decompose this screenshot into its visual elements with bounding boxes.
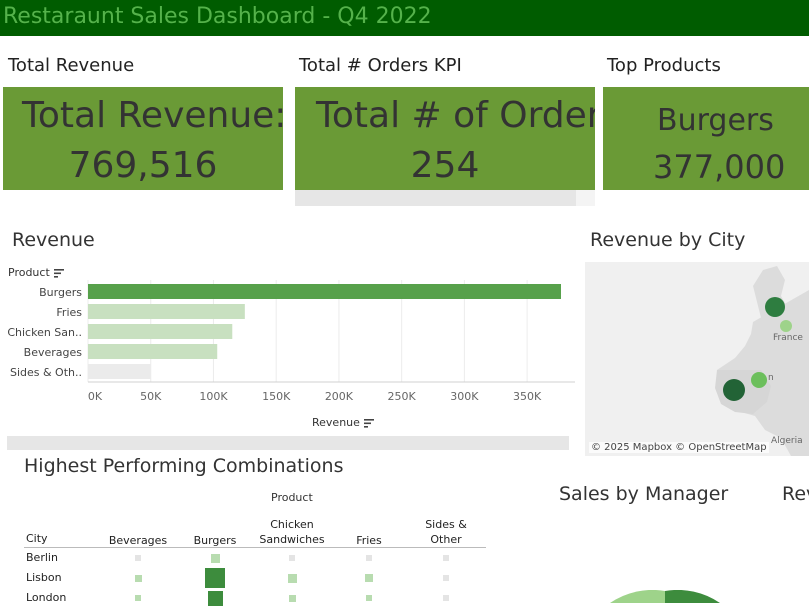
pie-slice [610, 590, 665, 603]
column-header[interactable]: Sides & Other [401, 517, 491, 547]
revenue-chart-title: Revenue [12, 229, 95, 251]
row-header: City [26, 532, 48, 545]
bar[interactable] [88, 324, 233, 339]
combinations-title: Highest Performing Combinations [24, 455, 344, 477]
category-label[interactable]: Fries [56, 306, 82, 319]
category-label[interactable]: Beverages [24, 346, 83, 359]
sort-icon[interactable] [53, 268, 64, 278]
kpi-card-orders[interactable]: Total # of Orders 254 [295, 87, 595, 190]
kpi-heading: Total # of Orders [316, 95, 595, 136]
manager-pie-chart [610, 590, 720, 603]
heatmap-cell[interactable] [288, 594, 296, 602]
heatmap-cell[interactable] [443, 575, 449, 581]
map-label-algeria: Algeria [771, 436, 803, 446]
pie-slice [665, 590, 720, 603]
heatmap-cell[interactable] [366, 595, 372, 601]
category-label[interactable]: Chicken San.. [7, 326, 82, 339]
x-tick-label: 100K [199, 390, 228, 403]
revenue-bar-chart: 0K 50K 100K 150K 200K 250K 300K 350K Burgers Frie… [7, 280, 575, 403]
revenue-map[interactable]: France n Algeria © 2025 Mapbox © OpenStr… [585, 262, 809, 456]
map-canvas [715, 266, 809, 456]
header-divider [24, 547, 486, 548]
row-label[interactable]: London [26, 591, 66, 604]
heatmap-cell[interactable] [287, 573, 297, 583]
heatmap-cell[interactable] [135, 595, 141, 601]
heatmap-cell[interactable] [443, 555, 449, 561]
dashboard-title: Restaraunt Sales Dashboard - Q4 2022 [3, 4, 432, 29]
horizontal-scrollbar[interactable] [295, 190, 595, 206]
kpi-value: 769,516 [68, 145, 218, 186]
bar[interactable] [88, 284, 561, 299]
heatmap-cell[interactable] [289, 555, 295, 561]
x-tick-label: 300K [450, 390, 479, 403]
kpi-caption-orders: Total # Orders KPI [299, 55, 462, 76]
row-label[interactable]: Berlin [26, 551, 58, 564]
heatmap-cell[interactable] [365, 574, 373, 582]
x-tick-label: 50K [140, 390, 162, 403]
x-tick-label: 250K [388, 390, 417, 403]
heatmap-cell[interactable] [205, 568, 225, 588]
heatmap-cell[interactable] [210, 553, 220, 563]
revenue-axis-label: Revenue [312, 416, 360, 429]
bar[interactable] [88, 304, 245, 319]
next-chart-title: Rev [782, 483, 809, 505]
revenue-axis-header[interactable]: Revenue [312, 416, 374, 429]
map-title: Revenue by City [590, 229, 746, 251]
map-attribution[interactable]: © 2025 Mapbox © OpenStreetMap [589, 442, 769, 453]
kpi-caption-revenue: Total Revenue [8, 55, 135, 76]
bar[interactable] [88, 344, 218, 359]
x-tick-label: 150K [262, 390, 291, 403]
kpi-caption-top-products: Top Products [607, 55, 721, 76]
city-marker [780, 320, 792, 332]
row-label[interactable]: Lisbon [26, 571, 62, 584]
bar[interactable] [88, 364, 151, 379]
x-tick-label: 0K [88, 390, 103, 403]
heatmap-cell[interactable] [134, 574, 142, 582]
city-marker [765, 297, 785, 317]
city-marker [723, 379, 745, 401]
kpi-heading: Burgers [657, 103, 774, 138]
kpi-card-top-products[interactable]: Burgers 377,000 [603, 87, 809, 190]
kpi-value: 377,000 [653, 148, 786, 186]
heatmap-cell[interactable] [135, 555, 141, 561]
map-label-city: n [768, 373, 774, 383]
category-label[interactable]: Sides & Oth.. [10, 366, 82, 379]
category-label[interactable]: Burgers [39, 286, 82, 299]
x-tick-label: 350K [513, 390, 542, 403]
heatmap-cell[interactable] [207, 590, 223, 606]
heatmap-cell[interactable] [443, 595, 449, 601]
manager-title: Sales by Manager [559, 483, 729, 505]
heatmap-cell[interactable] [366, 555, 372, 561]
kpi-heading: Total Revenue: [22, 95, 283, 136]
x-tick-label: 200K [325, 390, 354, 403]
city-marker [751, 372, 767, 388]
kpi-card-revenue[interactable]: Total Revenue: 769,516 [3, 87, 283, 190]
map-label-france: France [773, 333, 803, 343]
horizontal-scrollbar[interactable] [7, 436, 569, 450]
kpi-value: 254 [410, 145, 480, 186]
sort-icon[interactable] [363, 418, 374, 428]
column-group-header: Product [271, 491, 313, 504]
